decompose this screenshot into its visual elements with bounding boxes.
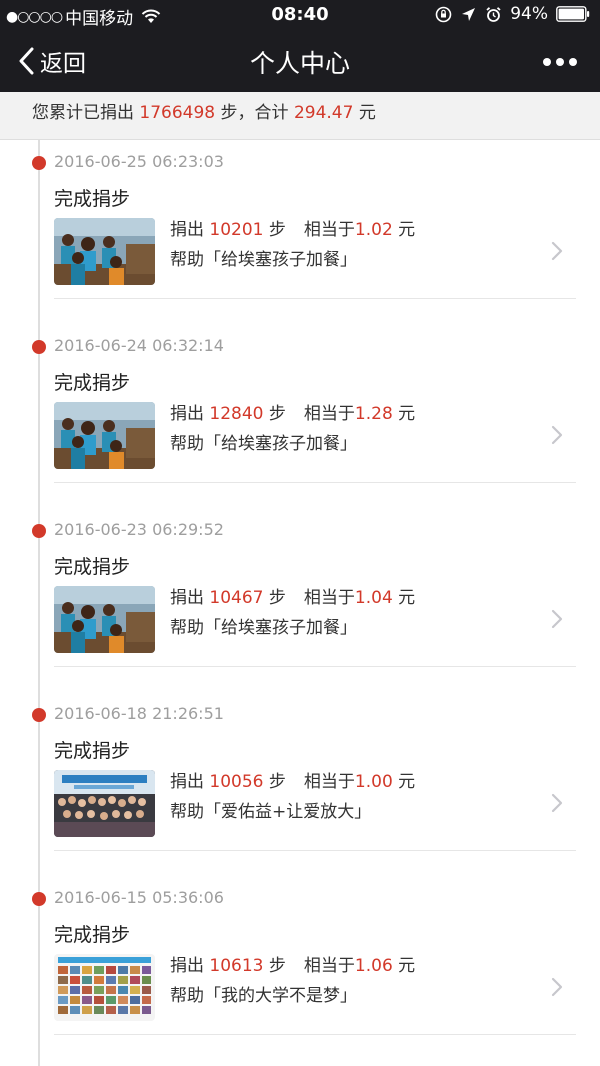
summary-amount-unit: 元 (358, 103, 376, 123)
step-unit: 步 (268, 404, 286, 424)
ethiopia-children-photo-icon (54, 402, 155, 469)
entry-amount: 1.02 (354, 220, 393, 240)
donation-entry[interactable]: 2016-06-24 06:32:14 完成捐步 捐出 12840 步相当于1.… (0, 324, 600, 508)
entry-divider (54, 850, 576, 851)
ethiopia-children-photo-icon (54, 218, 155, 285)
step-unit: 步 (268, 956, 286, 976)
status-right: 94% (435, 4, 590, 24)
yuan-unit: 元 (398, 772, 416, 792)
entry-donation-line: 捐出 10201 步相当于1.02 元 (170, 215, 415, 240)
entry-donation-line: 捐出 12840 步相当于1.28 元 (170, 399, 415, 424)
equivalent-label: 相当于 (303, 588, 355, 608)
timeline-dot (32, 340, 46, 354)
step-unit: 步 (268, 772, 286, 792)
chevron-right-icon (551, 977, 563, 997)
entry-timestamp: 2016-06-24 06:32:14 (54, 336, 224, 355)
entry-title: 完成捐步 (54, 740, 131, 762)
entry-title: 完成捐步 (54, 372, 131, 394)
entry-timestamp: 2016-06-23 06:29:52 (54, 520, 224, 539)
app-header: ●○○○○ 中国移动 08:40 94% 返回 个人中心 (0, 0, 600, 92)
summary-steps-unit: 步，合计 (220, 103, 289, 123)
donation-entry[interactable]: 2016-06-23 06:29:52 完成捐步 捐出 10467 步相当于1.… (0, 508, 600, 692)
photo-collage-icon (54, 954, 155, 1021)
donate-label: 捐出 (170, 404, 204, 424)
entry-title: 完成捐步 (54, 924, 131, 946)
status-bar: ●○○○○ 中国移动 08:40 94% (0, 0, 600, 30)
entry-steps: 10056 (209, 772, 264, 792)
equivalent-label: 相当于 (303, 220, 355, 240)
equivalent-label: 相当于 (303, 404, 355, 424)
donate-label: 捐出 (170, 220, 204, 240)
entry-divider (54, 482, 576, 483)
donation-summary: 您累计已捐出 1766498 步，合计 294.47 元 (0, 92, 600, 140)
chevron-right-icon (551, 609, 563, 629)
entry-amount: 1.06 (354, 956, 393, 976)
equivalent-label: 相当于 (303, 956, 355, 976)
chevron-right-icon (551, 241, 563, 261)
entry-donation-line: 捐出 10467 步相当于1.04 元 (170, 583, 415, 608)
timeline-dot (32, 156, 46, 170)
summary-total-steps: 1766498 (139, 103, 216, 123)
entry-timestamp: 2016-06-18 21:26:51 (54, 704, 224, 723)
more-options-icon[interactable] (542, 52, 578, 72)
entry-amount: 1.00 (354, 772, 393, 792)
entry-divider (54, 666, 576, 667)
entry-timestamp: 2016-06-15 05:36:06 (54, 888, 224, 907)
battery-icon (556, 6, 590, 22)
timeline-dot (32, 524, 46, 538)
entry-project: 帮助「给埃塞孩子加餐」 (170, 434, 357, 454)
ethiopia-children-photo-icon (54, 586, 155, 653)
timeline-dot (32, 892, 46, 906)
entry-divider (54, 298, 576, 299)
equivalent-label: 相当于 (303, 772, 355, 792)
step-unit: 步 (268, 588, 286, 608)
entry-amount: 1.28 (354, 404, 393, 424)
chevron-right-icon (551, 425, 563, 445)
summary-prefix: 您累计已捐出 (32, 103, 134, 123)
entry-title: 完成捐步 (54, 556, 131, 578)
entry-divider (54, 1034, 576, 1035)
orientation-lock-icon (435, 6, 452, 22)
donation-entry[interactable]: 2016-06-25 06:23:03 完成捐步 捐出 10201 步相当于1.… (0, 140, 600, 324)
yuan-unit: 元 (398, 956, 416, 976)
donation-entry[interactable]: 2016-06-18 21:26:51 完成捐步 捐出 10056 步相当于1.… (0, 692, 600, 876)
timeline-dot (32, 708, 46, 722)
entry-donation-line: 捐出 10056 步相当于1.00 元 (170, 767, 415, 792)
alarm-clock-icon (486, 6, 501, 22)
group-photo-icon (54, 770, 155, 837)
entry-title: 完成捐步 (54, 188, 131, 210)
entry-project: 帮助「给埃塞孩子加餐」 (170, 618, 357, 638)
donate-label: 捐出 (170, 956, 204, 976)
yuan-unit: 元 (398, 220, 416, 240)
entry-amount: 1.04 (354, 588, 393, 608)
entry-steps: 10613 (209, 956, 264, 976)
yuan-unit: 元 (398, 588, 416, 608)
entry-project: 帮助「给埃塞孩子加餐」 (170, 250, 357, 270)
entry-steps: 12840 (209, 404, 264, 424)
entry-project: 帮助「我的大学不是梦」 (170, 986, 357, 1006)
entry-donation-line: 捐出 10613 步相当于1.06 元 (170, 951, 415, 976)
donate-label: 捐出 (170, 588, 204, 608)
yuan-unit: 元 (398, 404, 416, 424)
donate-label: 捐出 (170, 772, 204, 792)
chevron-right-icon (551, 793, 563, 813)
page-title: 个人中心 (249, 49, 350, 78)
battery-percent: 94% (510, 4, 548, 24)
entry-timestamp: 2016-06-25 06:23:03 (54, 152, 224, 171)
location-arrow-icon (462, 7, 476, 21)
entry-steps: 10201 (209, 220, 264, 240)
donation-entry[interactable]: 2016-06-15 05:36:06 完成捐步 捐出 10613 步 相当于1… (0, 876, 600, 1060)
entry-steps: 10467 (209, 588, 264, 608)
entry-project: 帮助「爱佑益+让爱放大」 (170, 802, 372, 822)
summary-total-amount: 294.47 (293, 103, 354, 123)
step-unit: 步 (268, 220, 286, 240)
